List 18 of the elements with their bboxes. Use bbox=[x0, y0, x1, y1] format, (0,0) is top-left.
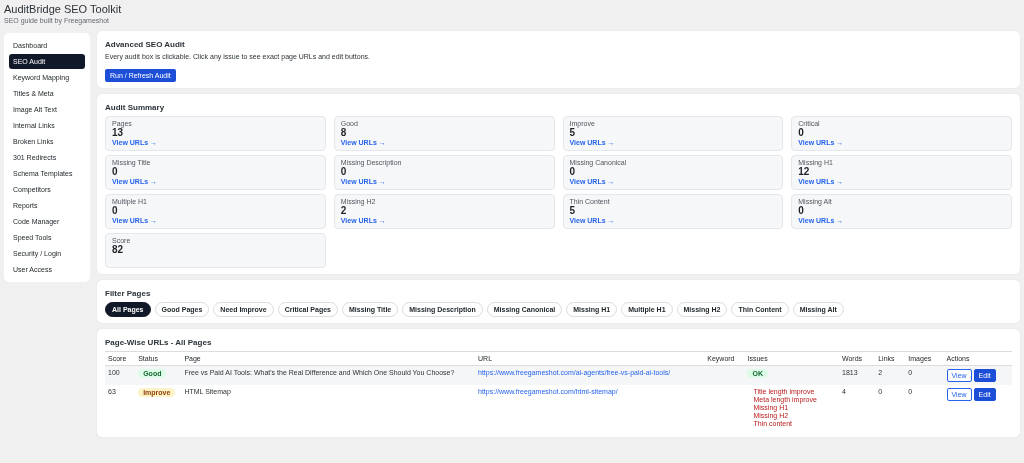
tile-value: 12 bbox=[798, 167, 810, 177]
tile-value: 5 bbox=[569, 128, 576, 138]
tile-value: 0 bbox=[569, 167, 576, 177]
card-title: Advanced SEO Audit bbox=[105, 40, 186, 49]
tile-value: 0 bbox=[798, 128, 805, 138]
card-title: Filter Pages bbox=[105, 289, 152, 298]
tile-value: 82 bbox=[112, 245, 125, 255]
tile-value: 0 bbox=[112, 206, 118, 216]
tile-value: 8 bbox=[340, 128, 348, 138]
tile-value: 13 bbox=[112, 128, 124, 138]
tile-value: 5 bbox=[569, 206, 577, 216]
card-title: Page-Wise URLs - All Pages bbox=[105, 338, 213, 347]
app-title: AuditBridge SEO Toolkit bbox=[4, 3, 123, 16]
tile-value: 0 bbox=[798, 206, 804, 216]
tile-value: 0 bbox=[112, 167, 118, 177]
tile-value: 2 bbox=[340, 206, 347, 216]
card-title: Audit Summary bbox=[105, 103, 166, 112]
tile-value: 0 bbox=[340, 167, 347, 177]
